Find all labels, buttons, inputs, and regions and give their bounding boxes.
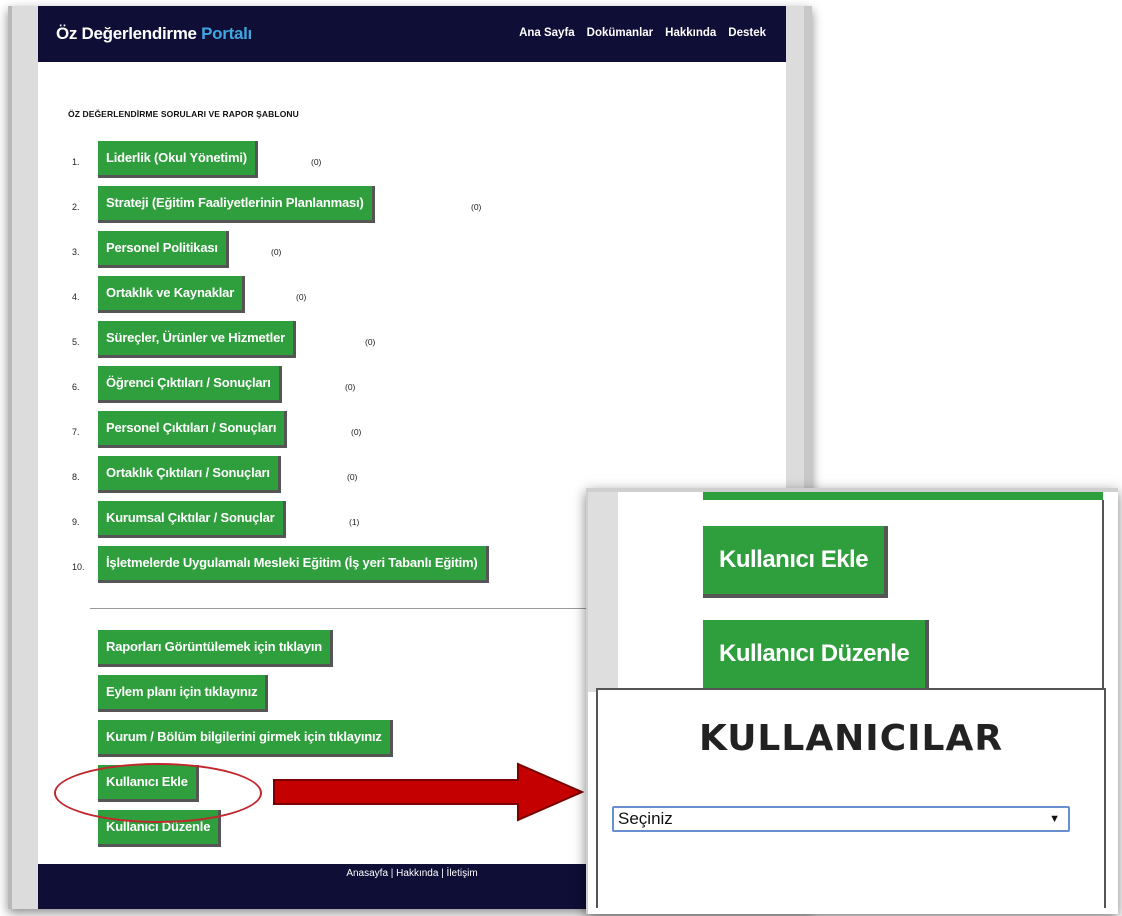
item-count: (0): [296, 292, 307, 302]
item-button-ogrenci-ciktilari[interactable]: Öğrenci Çıktıları / Sonuçları: [98, 366, 282, 403]
zoom-gray-bar: [588, 492, 618, 692]
item-number: 4.: [72, 292, 80, 302]
users-heading: KULLANICILAR: [698, 718, 1004, 759]
item-count: (0): [365, 337, 376, 347]
section-title: ÖZ DEĞERLENDİRME SORULARI VE RAPOR ŞABLO…: [68, 109, 299, 119]
user-select[interactable]: Seçiniz ▼: [612, 806, 1070, 832]
item-number: 1.: [72, 157, 80, 167]
item-count: (0): [271, 247, 282, 257]
item-button-isletmelerde-egitim[interactable]: İşletmelerde Uygulamalı Mesleki Eğitim (…: [98, 546, 489, 583]
user-select-value: Seçiniz: [618, 809, 673, 828]
item-count: (0): [471, 202, 482, 212]
institution-info-button[interactable]: Kurum / Bölüm bilgilerini girmek için tı…: [98, 720, 393, 757]
item-count: (0): [311, 157, 322, 167]
zoom-right-border: [1102, 500, 1104, 692]
item-number: 9.: [72, 517, 80, 527]
item-number: 5.: [72, 337, 80, 347]
zoom-edit-user-button[interactable]: Kullanıcı Düzenle: [703, 620, 930, 692]
arrow-right-icon: [273, 762, 585, 822]
item-button-ortaklik-ciktilari[interactable]: Ortaklık Çıktıları / Sonuçları: [98, 456, 281, 493]
zoom-add-user-button[interactable]: Kullanıcı Ekle: [703, 526, 889, 598]
nav-hakkinda[interactable]: Hakkında: [665, 27, 716, 39]
zoom-panel: Kullanıcı Ekle Kullanıcı Düzenle KULLANI…: [586, 488, 1118, 914]
item-button-strateji[interactable]: Strateji (Eğitim Faaliyetlerinin Planlan…: [98, 186, 375, 223]
zoom-users-panel: KULLANICILAR Seçiniz ▼: [596, 688, 1106, 908]
item-number: 10.: [72, 562, 85, 572]
item-number: 6.: [72, 382, 80, 392]
list-item: 3. Personel Politikası (0): [38, 231, 786, 268]
list-item: 7. Personel Çıktıları / Sonuçları (0): [38, 411, 786, 448]
dropdown-caret-icon: ▼: [1049, 813, 1060, 825]
item-button-personel-politikasi[interactable]: Personel Politikası: [98, 231, 229, 268]
brand-logo[interactable]: Öz Değerlendirme Portalı: [56, 24, 252, 44]
nav-dokumanlar[interactable]: Dokümanlar: [587, 27, 653, 39]
list-item: 8. Ortaklık Çıktıları / Sonuçları (0): [38, 456, 786, 493]
highlight-ellipse: [54, 763, 262, 823]
list-item: 1. Liderlik (Okul Yönetimi) (0): [38, 141, 786, 178]
item-button-surecler[interactable]: Süreçler, Ürünler ve Hizmetler: [98, 321, 296, 358]
item-button-liderlik[interactable]: Liderlik (Okul Yönetimi): [98, 141, 258, 178]
list-item: 2. Strateji (Eğitim Faaliyetlerinin Plan…: [38, 186, 786, 223]
main-nav: Ana Sayfa Dokümanlar Hakkında Destek: [519, 27, 766, 39]
zoom-green-line: [703, 492, 1103, 500]
action-plan-button[interactable]: Eylem planı için tıklayınız: [98, 675, 269, 712]
item-count: (0): [351, 427, 362, 437]
item-button-personel-ciktilari[interactable]: Personel Çıktıları / Sonuçları: [98, 411, 288, 448]
top-navbar: Öz Değerlendirme Portalı Ana Sayfa Doküm…: [38, 6, 786, 62]
nav-destek[interactable]: Destek: [728, 27, 766, 39]
item-number: 2.: [72, 202, 80, 212]
brand-main: Öz Değerlendirme: [56, 24, 197, 43]
view-reports-button[interactable]: Raporları Görüntülemek için tıklayın: [98, 630, 334, 667]
item-number: 7.: [72, 427, 80, 437]
list-item: 4. Ortaklık ve Kaynaklar (0): [38, 276, 786, 313]
zoom-top-section: Kullanıcı Ekle Kullanıcı Düzenle: [588, 492, 1118, 692]
item-button-kurumsal-ciktilar[interactable]: Kurumsal Çıktılar / Sonuçlar: [98, 501, 286, 538]
item-number: 8.: [72, 472, 80, 482]
footer-links[interactable]: Anasayfa | Hakkında | İletişim: [346, 868, 477, 879]
item-count: (0): [345, 382, 356, 392]
list-item: 6. Öğrenci Çıktıları / Sonuçları (0): [38, 366, 786, 403]
brand-accent: Portalı: [201, 24, 252, 43]
item-count: (0): [347, 472, 358, 482]
list-item: 5. Süreçler, Ürünler ve Hizmetler (0): [38, 321, 786, 358]
nav-ana-sayfa[interactable]: Ana Sayfa: [519, 27, 575, 39]
item-number: 3.: [72, 247, 80, 257]
item-count: (1): [349, 517, 360, 527]
item-button-ortaklik-kaynaklar[interactable]: Ortaklık ve Kaynaklar: [98, 276, 246, 313]
